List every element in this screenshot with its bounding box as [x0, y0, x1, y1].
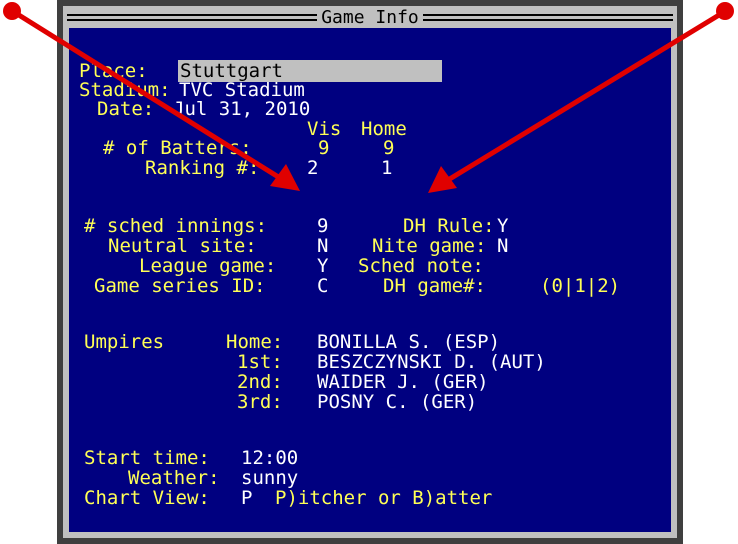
annotation-dot-right: [716, 2, 734, 20]
annotation-arrow-left-shaft: [12, 9, 282, 181]
annotation-arrows: [12, 9, 726, 193]
annotation-dot-left: [3, 2, 21, 20]
annotation-arrow-right-shaft: [446, 9, 726, 183]
